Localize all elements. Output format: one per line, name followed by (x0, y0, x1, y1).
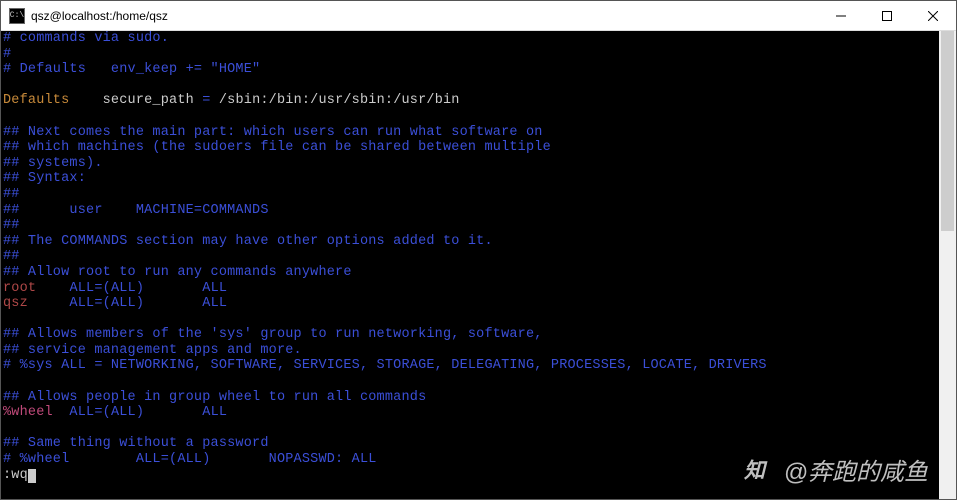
minimize-button[interactable] (818, 1, 864, 31)
maximize-icon (882, 11, 892, 21)
zhihu-logo-icon: 知 (744, 455, 774, 485)
titlebar[interactable]: C:\ qsz@localhost:/home/qsz (1, 1, 956, 31)
terminal-cursor (28, 469, 36, 483)
minimize-icon (836, 11, 846, 21)
watermark: 知 @奔跑的咸鱼 (744, 452, 928, 487)
terminal-app-icon: C:\ (9, 8, 25, 24)
window-title: qsz@localhost:/home/qsz (31, 9, 818, 23)
svg-text:知: 知 (744, 458, 768, 482)
close-icon (928, 11, 938, 21)
terminal-viewport[interactable]: # commands via sudo. # # Defaults env_ke… (1, 31, 939, 499)
terminal-window: C:\ qsz@localhost:/home/qsz # commands v… (0, 0, 957, 500)
scrollbar-thumb[interactable] (941, 31, 954, 231)
vertical-scrollbar[interactable] (939, 31, 956, 499)
watermark-text: @奔跑的咸鱼 (784, 452, 928, 487)
window-controls (818, 1, 956, 31)
content-area: # commands via sudo. # # Defaults env_ke… (1, 31, 956, 499)
close-button[interactable] (910, 1, 956, 31)
maximize-button[interactable] (864, 1, 910, 31)
